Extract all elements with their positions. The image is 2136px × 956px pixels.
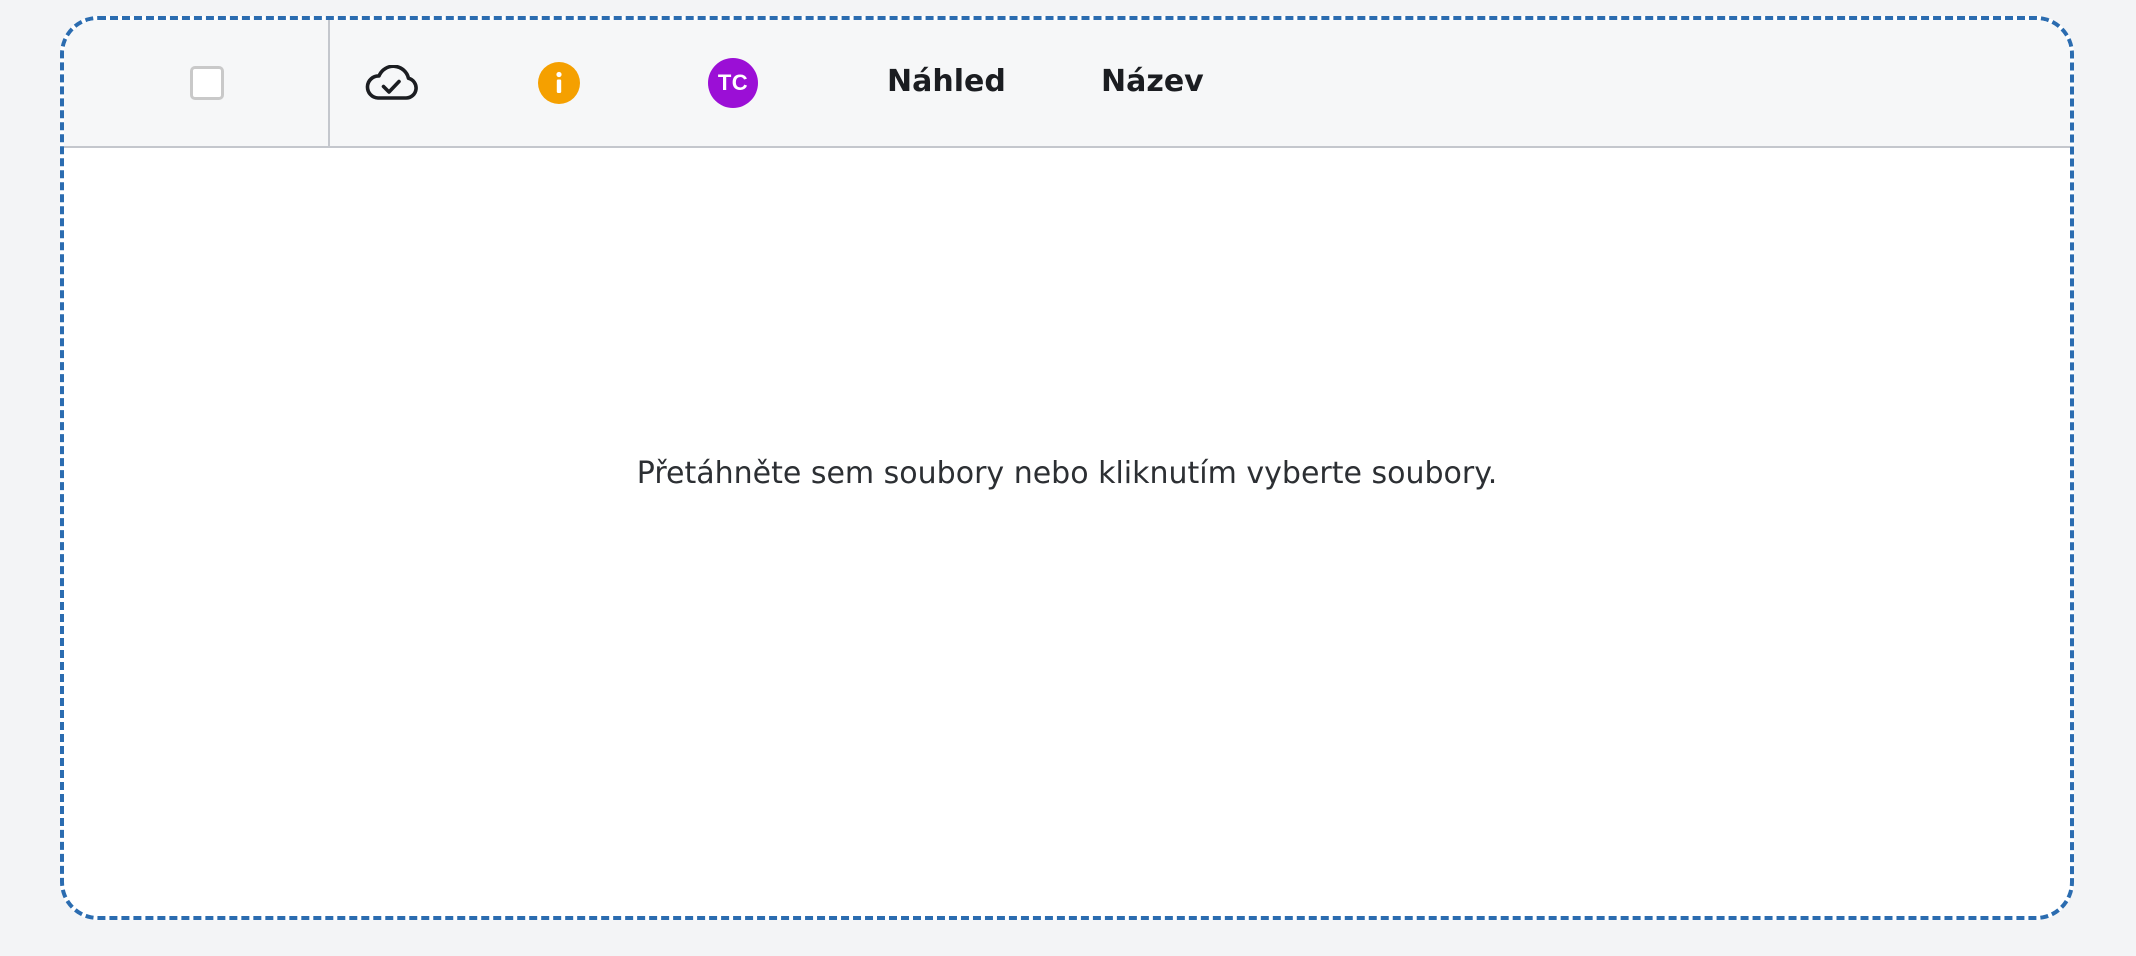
empty-dropzone-message[interactable]: Přetáhněte sem soubory nebo kliknutím vy… [64,454,2070,494]
info-icon [538,62,580,104]
file-dropzone[interactable]: TC Náhled Název Přetáhněte sem soubory n… [60,16,2074,920]
column-header-preview[interactable]: Náhled [887,64,1006,100]
column-header-name[interactable]: Název [1101,64,1204,100]
table-header: TC Náhled Název [64,20,2070,148]
cloud-check-icon [364,64,418,101]
avatar: TC [708,58,758,108]
column-divider [328,20,330,146]
select-all-checkbox[interactable] [190,66,224,100]
